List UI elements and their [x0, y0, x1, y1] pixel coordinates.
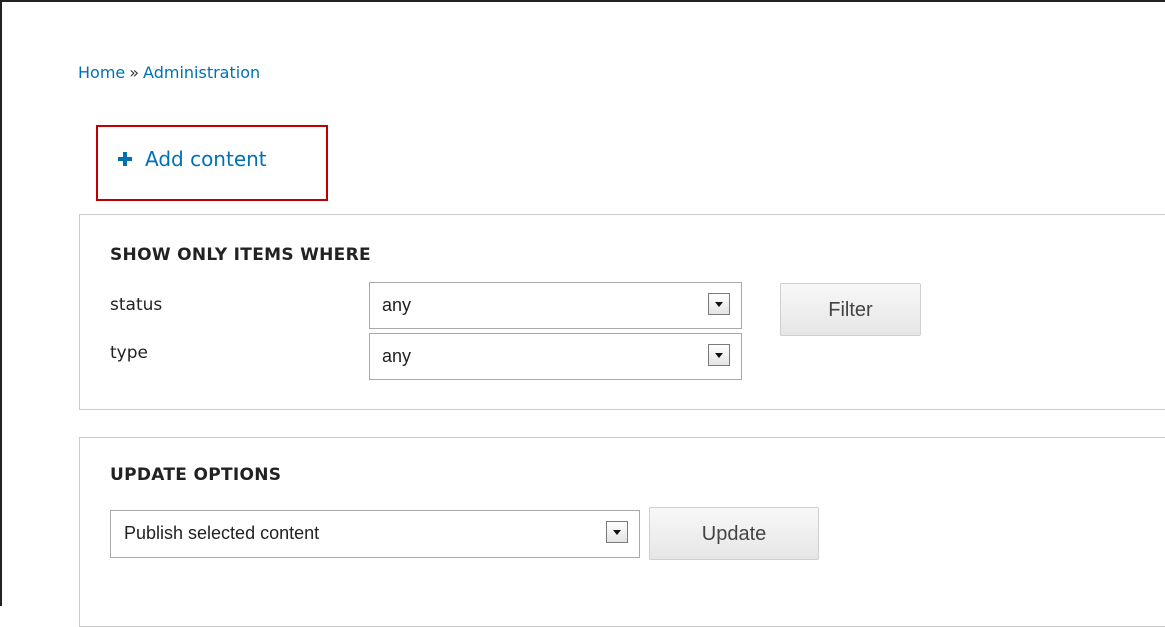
update-dropdown-button[interactable] [606, 521, 628, 543]
breadcrumb-administration[interactable]: Administration [143, 63, 260, 82]
update-operation-select[interactable]: Publish selected content [110, 510, 640, 558]
update-options-legend: UPDATE OPTIONS [110, 465, 282, 485]
type-dropdown-button[interactable] [708, 344, 730, 366]
status-dropdown-button[interactable] [708, 293, 730, 315]
chevron-down-icon [613, 530, 621, 535]
breadcrumb-separator: » [129, 63, 140, 82]
breadcrumb-home[interactable]: Home [78, 63, 125, 82]
filter-button[interactable]: Filter [780, 283, 921, 336]
type-label: type [110, 343, 148, 363]
filter-legend: SHOW ONLY ITEMS WHERE [110, 245, 371, 265]
status-select[interactable]: any [369, 282, 742, 329]
status-label: status [110, 295, 163, 315]
update-options-fieldset: UPDATE OPTIONS Publish selected content … [79, 437, 1165, 627]
type-select[interactable]: any [369, 333, 742, 380]
plus-icon [118, 152, 132, 166]
update-operation-value: Publish selected content [124, 523, 320, 543]
filter-fieldset: SHOW ONLY ITEMS WHERE status any type an… [79, 214, 1165, 410]
add-content-label: Add content [145, 147, 267, 171]
breadcrumb: Home» Administration [78, 63, 260, 82]
add-content-link[interactable]: Add content [118, 147, 267, 171]
type-select-value: any [382, 346, 412, 366]
chevron-down-icon [715, 353, 723, 358]
status-select-value: any [382, 295, 412, 315]
update-button[interactable]: Update [649, 507, 819, 560]
chevron-down-icon [715, 302, 723, 307]
